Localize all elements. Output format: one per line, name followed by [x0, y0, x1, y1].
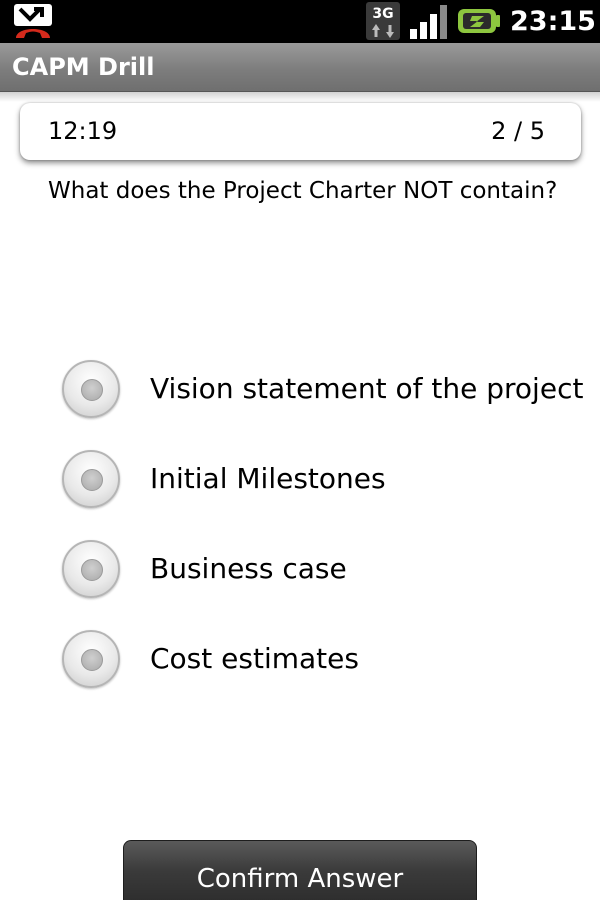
question-progress: 2 / 5	[491, 117, 545, 145]
missed-call-icon	[14, 4, 52, 38]
confirm-answer-button[interactable]: Confirm Answer	[123, 840, 477, 900]
radio-button-icon[interactable]	[62, 450, 120, 508]
radio-button-icon[interactable]	[62, 540, 120, 598]
answer-option-label[interactable]: Business case	[150, 535, 347, 603]
radio-button-icon[interactable]	[62, 360, 120, 418]
answer-option-label[interactable]: Initial Milestones	[150, 445, 386, 513]
screen: 3G 23:15 CAPM Drill 12:19 2 / 5 What doe…	[0, 0, 600, 900]
status-bar: 3G 23:15	[0, 0, 600, 43]
app-title: CAPM Drill	[12, 53, 155, 81]
answer-option-2[interactable]: Initial Milestones	[58, 445, 578, 515]
status-clock: 23:15	[510, 6, 596, 37]
confirm-answer-label: Confirm Answer	[196, 864, 404, 894]
answer-option-label[interactable]: Cost estimates	[150, 625, 359, 693]
radio-dot-icon	[81, 379, 103, 401]
3g-data-icon: 3G	[366, 2, 400, 40]
answer-option-3[interactable]: Business case	[58, 535, 578, 605]
radio-dot-icon	[81, 559, 103, 581]
battery-icon	[458, 9, 500, 33]
radio-button-icon[interactable]	[62, 630, 120, 688]
question-text: What does the Project Charter NOT contai…	[48, 178, 558, 204]
title-shadow	[0, 92, 600, 102]
signal-strength-icon	[410, 5, 447, 39]
answer-option-4[interactable]: Cost estimates	[58, 625, 578, 695]
radio-dot-icon	[81, 649, 103, 671]
quiz-info-card: 12:19 2 / 5	[20, 103, 581, 160]
answer-option-label[interactable]: Vision statement of the project	[150, 355, 583, 423]
title-bar: CAPM Drill	[0, 43, 600, 92]
3g-text: 3G	[372, 6, 393, 22]
quiz-timer: 12:19	[48, 117, 118, 145]
radio-dot-icon	[81, 469, 103, 491]
answer-option-1[interactable]: Vision statement of the project	[58, 355, 583, 425]
